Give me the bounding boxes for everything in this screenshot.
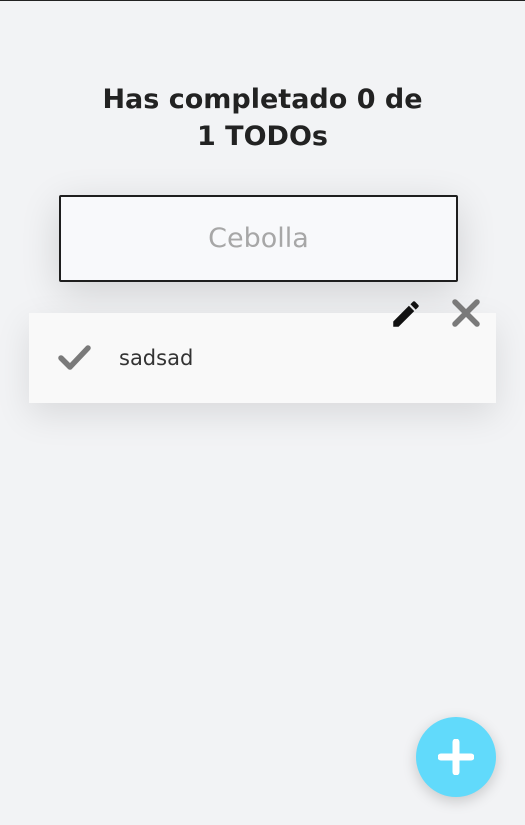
plus-icon	[438, 739, 474, 775]
todo-item-text: sadsad	[119, 346, 194, 370]
check-icon[interactable]	[58, 343, 91, 371]
close-icon[interactable]	[450, 297, 482, 329]
counter-line-2: 1 TODOs	[197, 121, 328, 153]
pencil-icon[interactable]	[389, 297, 423, 331]
add-todo-button[interactable]	[416, 717, 496, 797]
todo-search-input[interactable]	[59, 195, 458, 282]
todo-counter-title: Has completado 0 de 1 TODOs	[0, 81, 525, 155]
counter-line-1: Has completado 0 de	[102, 84, 423, 116]
todo-item	[29, 313, 496, 403]
